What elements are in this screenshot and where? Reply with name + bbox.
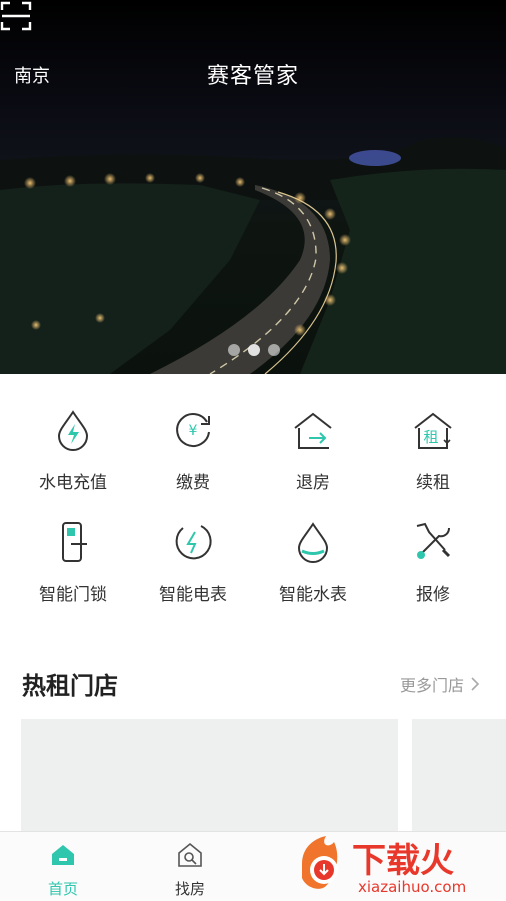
tab-find-house[interactable]: 找房 <box>150 842 230 899</box>
carousel-dot[interactable] <box>228 344 240 356</box>
water-electric-icon <box>57 410 89 451</box>
carousel-indicator <box>228 344 280 356</box>
repair-tools-icon <box>416 522 451 559</box>
scan-icon[interactable] <box>0 0 32 32</box>
service-label: 智能电表 <box>159 585 227 605</box>
carousel-dot-active[interactable] <box>248 344 260 356</box>
home-icon <box>52 845 74 865</box>
service-label: 报修 <box>416 585 450 605</box>
service-payment[interactable]: ¥ 缴费 <box>130 402 256 502</box>
app-title: 赛客管家 <box>206 64 299 89</box>
store-card[interactable] <box>412 719 506 834</box>
service-repair[interactable]: 报修 <box>370 514 496 614</box>
more-stores-label: 更多门店 <box>399 676 464 695</box>
tab-home[interactable]: 首页 <box>23 842 103 899</box>
svg-text:¥: ¥ <box>189 423 198 439</box>
service-water-electric-recharge[interactable]: 水电充值 <box>10 402 136 502</box>
smart-electric-meter-icon <box>175 525 212 560</box>
section-title-hot-stores: 热租门店 <box>22 672 118 700</box>
watermark-logo: 下载火 xiazaihuo.com <box>302 836 466 896</box>
service-label: 智能门锁 <box>39 585 107 605</box>
yen-payment-icon: ¥ <box>176 412 210 447</box>
service-smart-water-meter[interactable]: 智能水表 <box>250 514 376 614</box>
tab-label: 首页 <box>47 880 78 898</box>
night-road-photo <box>0 137 506 374</box>
carousel-dot[interactable] <box>268 344 280 356</box>
service-label: 退房 <box>296 473 330 493</box>
svg-text:租: 租 <box>423 428 438 446</box>
service-label: 智能水表 <box>279 585 347 605</box>
chevron-right-icon <box>471 677 480 691</box>
checkout-house-icon <box>294 412 332 449</box>
service-label: 续租 <box>416 473 450 493</box>
service-renew-lease[interactable]: 租 续租 <box>370 402 496 502</box>
watermark-url: xiazaihuo.com <box>358 878 466 896</box>
smart-water-meter-icon <box>297 522 329 563</box>
service-smart-lock[interactable]: 智能门锁 <box>10 514 136 614</box>
banner-image[interactable]: 南京 赛客管家 <box>0 0 506 374</box>
find-house-icon <box>178 842 202 867</box>
watermark-text: 下载火 <box>352 841 454 881</box>
service-checkout[interactable]: 退房 <box>250 402 376 502</box>
renew-lease-icon: 租 <box>414 412 452 449</box>
tab-label: 找房 <box>174 880 205 898</box>
smart-lock-icon <box>62 522 87 562</box>
service-smart-electric-meter[interactable]: 智能电表 <box>130 514 256 614</box>
service-label: 水电充值 <box>39 473 107 493</box>
service-label: 缴费 <box>176 473 210 493</box>
store-card[interactable] <box>21 719 398 834</box>
more-stores-link[interactable]: 更多门店 <box>400 672 480 696</box>
